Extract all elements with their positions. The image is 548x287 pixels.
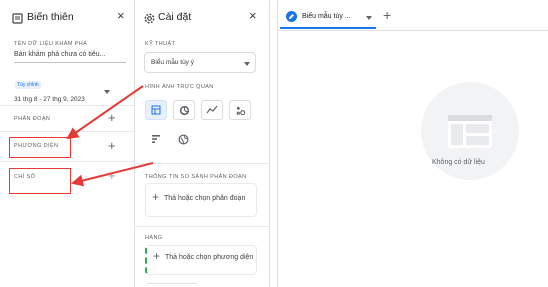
- annotation-arrow-dimensions: [66, 85, 144, 140]
- annotation-arrow-metrics: [71, 162, 154, 187]
- annotation-arrows: [66, 85, 154, 187]
